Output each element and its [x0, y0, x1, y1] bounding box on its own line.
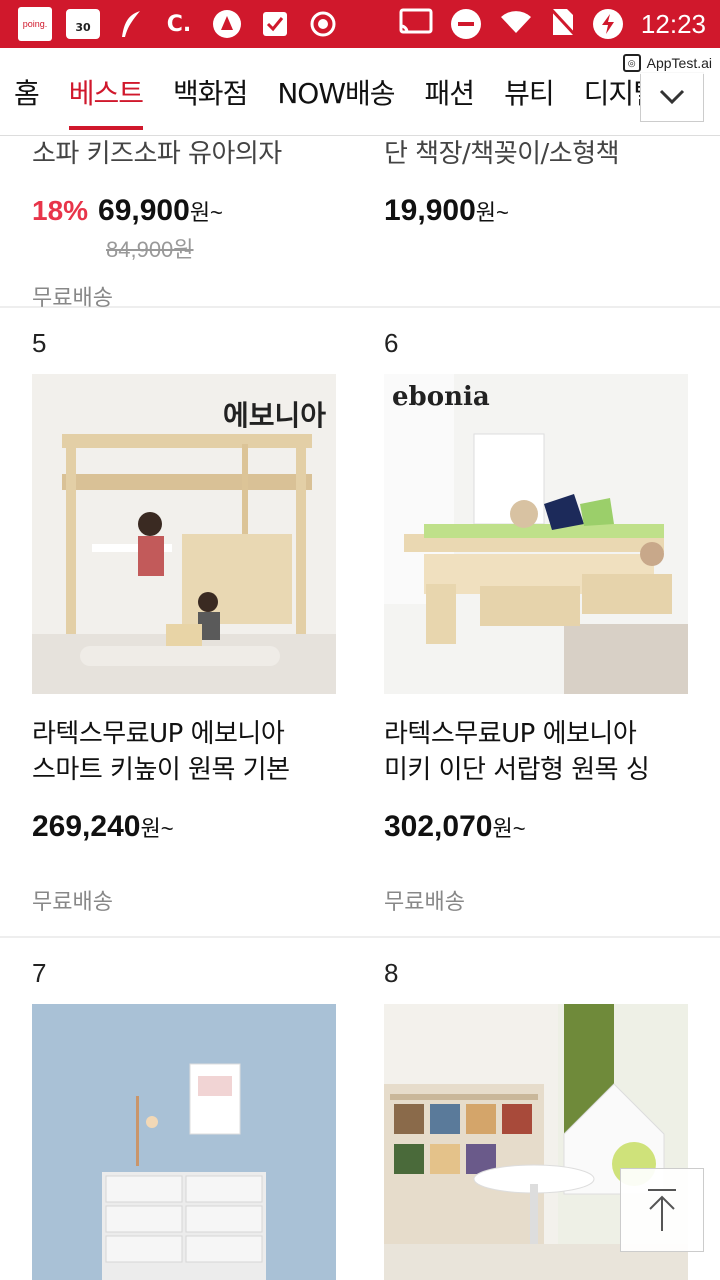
rank-number: 5	[32, 328, 47, 358]
watermark-label: AppTest.ai	[646, 55, 712, 71]
product-card[interactable]: 단 책장/책꽂이/소형책 19,900원~	[360, 136, 720, 306]
cast-icon	[399, 8, 433, 40]
product-price: 269,240원~	[32, 810, 174, 844]
price-unit: 원~	[492, 816, 526, 841]
product-price: 19,900원~	[384, 194, 509, 228]
price-value: 69,900	[98, 194, 190, 227]
poing-app-label: poing.	[22, 19, 48, 29]
price-value: 19,900	[384, 194, 476, 227]
feather-icon	[114, 7, 148, 41]
brand-logo: 에보니아	[222, 399, 326, 432]
price-value: 269,240	[32, 810, 141, 843]
price-unit: 원~	[189, 200, 223, 225]
camera-icon: ◎	[622, 54, 641, 72]
shipping-label: 무료배송	[384, 890, 465, 915]
product-card[interactable]: 6 ebonia 라텍스무료UP 에보니아 미키 이단 서랍형 원목 싱 302…	[360, 308, 720, 936]
price-unit: 원~	[140, 816, 174, 841]
c-app-icon: C.	[162, 7, 196, 41]
product-row: 5 에보니아 라텍스무료UP 에보니아 스마트 키높이 원목 기본 269,24…	[0, 308, 720, 938]
product-row: 7 8	[0, 938, 720, 1280]
calendar-day: 30	[75, 21, 91, 34]
game-icon	[210, 7, 244, 41]
tab-fashion[interactable]: 패션	[425, 72, 476, 112]
product-card[interactable]: 7	[0, 938, 360, 1280]
rank-number: 6	[384, 328, 399, 358]
wifi-icon	[499, 9, 533, 39]
apptest-watermark: ◎ AppTest.ai	[618, 52, 716, 74]
rank-number: 7	[32, 958, 47, 988]
product-card[interactable]: 5 에보니아 라텍스무료UP 에보니아 스마트 키높이 원목 기본 269,24…	[0, 308, 360, 936]
no-sim-icon	[549, 7, 577, 41]
arrow-up-icon	[648, 1189, 676, 1231]
category-tab-bar: 홈 베스트 백화점 NOW배송 패션 뷰티 디지털	[0, 48, 720, 136]
do-not-disturb-icon	[450, 9, 481, 39]
product-image[interactable]: 에보니아	[32, 374, 336, 694]
tab-home[interactable]: 홈	[14, 72, 40, 112]
calendar-icon: 30	[66, 9, 100, 39]
scroll-to-top-button[interactable]	[620, 1168, 704, 1252]
tab-beauty[interactable]: 뷰티	[504, 72, 555, 112]
more-categories-button[interactable]	[640, 72, 704, 122]
shipping-label: 무료배송	[32, 890, 113, 915]
product-name: 소파 키즈소파 유아의자	[32, 139, 282, 169]
poing-app-icon: poing.	[18, 7, 52, 41]
battery-saver-icon	[592, 9, 623, 39]
original-price: 84,900원	[106, 237, 194, 262]
product-name-line1: 라텍스무료UP 에보니아	[32, 719, 285, 749]
product-name: 단 책장/책꽂이/소형책	[384, 139, 620, 169]
best-product-list: 소파 키즈소파 유아의자 18% 69,900원~ 84,900원 무료배송 단…	[0, 136, 720, 1280]
c-app-label: C.	[166, 11, 192, 37]
record-icon	[306, 7, 340, 41]
checklist-icon	[258, 7, 292, 41]
tab-best[interactable]: 베스트	[68, 72, 144, 130]
product-name-line2: 미키 이단 서랍형 원목 싱	[384, 755, 650, 785]
tab-department-store[interactable]: 백화점	[173, 72, 248, 112]
status-bar: poing. 30 C. 12:23	[0, 0, 720, 48]
product-card[interactable]: 소파 키즈소파 유아의자 18% 69,900원~ 84,900원 무료배송	[0, 136, 360, 311]
price-value: 302,070	[384, 810, 493, 843]
product-row: 소파 키즈소파 유아의자 18% 69,900원~ 84,900원 무료배송 단…	[0, 136, 720, 311]
product-image[interactable]: ebonia	[384, 374, 688, 694]
chevron-down-icon	[659, 89, 685, 105]
brand-logo: ebonia	[392, 382, 490, 412]
product-price: 69,900원~	[98, 194, 223, 228]
tab-now-delivery[interactable]: NOW배송	[277, 72, 395, 112]
product-name-line1: 라텍스무료UP 에보니아	[384, 719, 637, 749]
clock: 12:23	[640, 8, 706, 39]
product-price: 302,070원~	[384, 810, 526, 844]
discount-rate: 18%	[32, 195, 89, 226]
rank-number: 8	[384, 958, 399, 988]
product-image[interactable]	[32, 1004, 336, 1280]
product-name-line2: 스마트 키높이 원목 기본	[32, 755, 290, 785]
price-unit: 원~	[475, 200, 509, 225]
